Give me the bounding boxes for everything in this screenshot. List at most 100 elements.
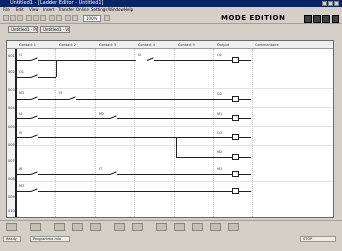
monitor-mode-button[interactable] <box>322 15 330 23</box>
counter-tool-icon[interactable] <box>132 223 143 231</box>
title-bar: Untitled1 - [Ladder Editor - Untitled1] <box>0 0 342 7</box>
contact-label: I4 <box>19 112 23 116</box>
ladder-header: Contact 1 Contact 2 Contact 3 Contact 4 … <box>7 41 333 49</box>
rung-wire <box>17 137 31 138</box>
rung-wire <box>239 99 251 100</box>
rung-wire <box>239 118 251 119</box>
close-button[interactable] <box>334 1 339 6</box>
contact-symbol[interactable] <box>30 96 38 100</box>
row-number: 006 <box>8 143 15 147</box>
contact-label: M1 <box>19 91 25 95</box>
horizontal-link-icon[interactable] <box>156 223 167 231</box>
contact-symbol[interactable] <box>30 74 38 78</box>
timer-tool-icon[interactable] <box>114 223 125 231</box>
rung-wire <box>38 77 56 78</box>
contact-symbol[interactable] <box>109 171 117 175</box>
output-coil[interactable] <box>232 171 239 177</box>
contact-symbol[interactable] <box>30 57 38 61</box>
row-number: 008 <box>8 177 15 181</box>
contact-label: I1 <box>19 53 23 57</box>
rung-wire <box>17 191 31 192</box>
column-header: Commentaire <box>255 43 279 47</box>
rung-wire <box>38 99 69 100</box>
rung-wire <box>17 60 31 61</box>
row-number: 010 <box>8 209 15 213</box>
open-file-icon[interactable] <box>10 15 16 21</box>
save-icon[interactable] <box>17 15 23 21</box>
help-icon[interactable] <box>72 15 78 21</box>
coil-label: Q3 <box>217 131 222 135</box>
contact-label: I6 <box>19 167 23 171</box>
rung-wire <box>17 174 31 175</box>
window-title: Untitled1 - [Ladder Editor - Untitled1] <box>10 0 104 6</box>
rung-wire <box>38 118 110 119</box>
maximize-button[interactable] <box>328 1 333 6</box>
minimize-button[interactable] <box>322 1 327 6</box>
contact-symbol[interactable] <box>146 57 154 61</box>
column-header: Contact 5 <box>178 43 195 47</box>
contact-symbol[interactable] <box>109 115 117 119</box>
nc-contact-tool-icon[interactable] <box>54 223 65 231</box>
row-number: 005 <box>8 125 15 129</box>
cut-icon[interactable] <box>26 15 32 21</box>
rung-separator <box>15 181 333 182</box>
row-number: 001 <box>8 54 15 58</box>
contact-symbol[interactable] <box>30 115 38 119</box>
contact-tool-icon[interactable] <box>30 223 41 231</box>
ladder-diagram[interactable]: Contact 1 Contact 2 Contact 3 Contact 4 … <box>6 40 334 218</box>
output-coil[interactable] <box>232 115 239 121</box>
document-tabs: Untitled1 - Program Untitled1 - Variable… <box>0 24 342 34</box>
rung-wire <box>76 99 232 100</box>
output-coil[interactable] <box>232 96 239 102</box>
connect-icon[interactable] <box>332 15 339 23</box>
simulate-mode-button[interactable] <box>313 15 321 23</box>
delete-tool-icon[interactable] <box>228 223 239 231</box>
row-number: 004 <box>8 106 15 110</box>
tab-program[interactable]: Untitled1 - Program <box>8 26 38 33</box>
coil-tool-icon[interactable] <box>72 223 83 231</box>
rung-wire <box>17 118 31 119</box>
rung-separator <box>15 126 333 127</box>
contact-symbol[interactable] <box>30 171 38 175</box>
contact-symbol[interactable] <box>30 188 38 192</box>
status-file: Programme.mla <box>30 236 70 242</box>
rung-separator <box>15 145 333 146</box>
contact-label: I5 <box>19 131 23 135</box>
rung-separator <box>15 107 333 108</box>
output-coil[interactable] <box>232 188 239 194</box>
function-block-icon[interactable] <box>210 223 221 231</box>
zoom-select[interactable]: 100% <box>83 15 101 22</box>
column-header: Contact 1 <box>19 43 36 47</box>
output-coil[interactable] <box>232 57 239 63</box>
rung-wire <box>239 191 251 192</box>
redo-icon[interactable] <box>56 15 62 21</box>
compare-tool-icon[interactable] <box>192 223 203 231</box>
rung-wire <box>38 137 232 138</box>
contact-label: M2 <box>99 112 105 116</box>
print-icon[interactable] <box>65 15 71 21</box>
paste-icon[interactable] <box>40 15 46 21</box>
element-toolbar <box>0 220 342 232</box>
select-tool-icon[interactable] <box>6 223 17 231</box>
rung-wire <box>239 137 251 138</box>
zoom-in-icon[interactable] <box>104 15 110 21</box>
vertical-link-icon[interactable] <box>174 223 185 231</box>
output-coil[interactable] <box>232 134 239 140</box>
new-file-icon[interactable] <box>3 15 9 21</box>
edit-mode-button[interactable] <box>304 15 312 23</box>
set-coil-tool-icon[interactable] <box>90 223 101 231</box>
contact-symbol[interactable] <box>68 96 76 100</box>
status-left: Ready <box>3 236 21 242</box>
mode-label: MODE EDITION <box>221 14 286 22</box>
coil-label: M1 <box>217 112 223 116</box>
tab-variables[interactable]: Untitled1 - Variables <box>40 26 70 33</box>
undo-icon[interactable] <box>49 15 55 21</box>
contact-label: I2 <box>138 53 142 57</box>
contact-symbol[interactable] <box>30 134 38 138</box>
contact-label: Q1 <box>19 70 24 74</box>
rung-wire <box>239 174 251 175</box>
row-number: 002 <box>8 70 15 74</box>
output-coil[interactable] <box>232 154 239 160</box>
rung-separator <box>15 88 333 89</box>
copy-icon[interactable] <box>33 15 39 21</box>
